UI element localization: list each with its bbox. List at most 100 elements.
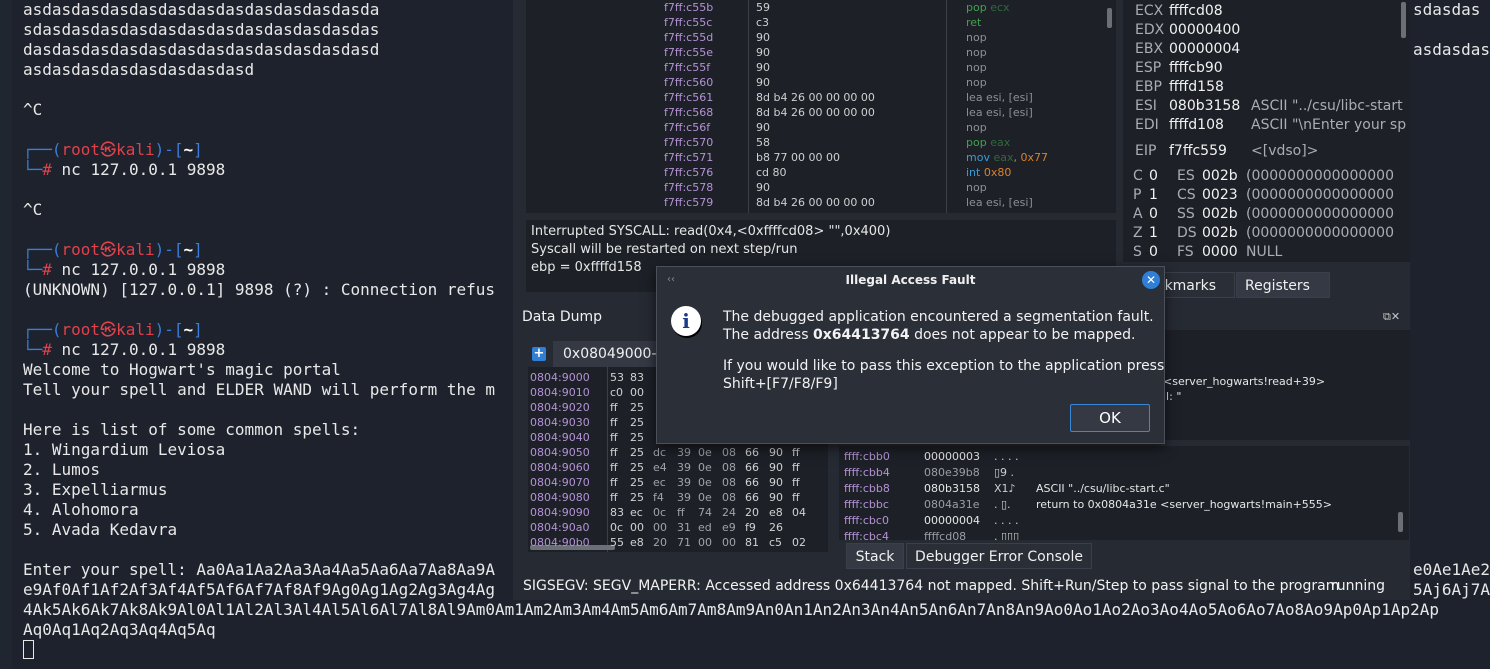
dump-row[interactable]: 0804:9060 ff 25 e4 39 0e 08 66 90 ff [528,460,828,475]
flag-row[interactable]: Z 1 DS 002b (0000000000000000 [1133,225,1394,241]
disasm-row[interactable]: f7ff:c576 cd 80 int 0x80 [526,165,1116,180]
stack-pane[interactable]: ffff:cbb0 00000003 . . . . ffff:cbb4 080e39b… [839,446,1409,540]
desktop-edge [0,0,12,669]
dump-row[interactable]: 0804:9070 ff 25 ec 39 0e 08 66 90 ff [528,475,828,490]
pane-float-close-icons[interactable]: ⧉✕ [1383,310,1400,324]
segment-value: 0023 [1202,187,1238,203]
register-row[interactable]: EDX 00000400 [1135,22,1251,38]
dump-address: 0804:9030 [530,416,590,429]
disasm-bytes: 59 [756,1,770,14]
dump-byte: 66 [745,461,759,474]
operand: eax [986,136,1011,149]
prompt-corner: └─ [23,340,43,359]
dump-byte: ff [610,446,618,459]
disasm-address: f7ff:c568 [664,106,714,119]
registers-scrollbar[interactable] [1401,2,1406,38]
stack-row[interactable]: ffff:cbc0 00000004 . . . . [839,513,1409,529]
flag-row[interactable]: S 0 FS 0000 NULL [1133,244,1282,260]
terminal-line: Aq0Aq1Aq2Aq3Aq4Aq5Aq [23,620,216,639]
register-name: EIP [1135,143,1157,159]
terminal-line: asdasdasdasdasdasdasdasdasdasdasdasda [23,0,380,19]
flag-row[interactable]: C 0 ES 002b (0000000000000000 [1133,168,1394,184]
stack-row[interactable]: ffff:cbb0 00000003 . . . . [839,449,1409,465]
dump-byte: 81 [745,536,759,549]
flag-row[interactable]: P 1 CS 0023 (0000000000000000 [1133,187,1394,203]
disasm-row[interactable]: f7ff:c570 58 pop eax [526,135,1116,150]
prompt-dir: ~ [183,240,194,259]
terminal-line: asdasdasdasdasdasdasdasd [23,60,255,79]
dump-row[interactable]: 0804:90a0 0c 00 00 31 ed e9 f9 26 [528,520,828,535]
dump-row[interactable]: 0804:9080 ff 25 f4 39 0e 08 66 90 ff [528,490,828,505]
register-row[interactable]: EDI ffffd108 ASCII "\nEnter your sp [1135,117,1406,133]
operand: eax [989,151,1014,164]
disasm-row[interactable]: f7ff:c55c c3 ret [526,15,1116,30]
register-row[interactable]: ECX ffffcd08 [1135,3,1251,19]
register-row[interactable]: ESP ffffcb90 [1135,60,1251,76]
dump-address: 0804:9020 [530,401,590,414]
disasm-row[interactable]: f7ff:c56f 90 nop [526,120,1116,135]
tab-registers[interactable]: Registers [1236,272,1330,298]
prompt-user: root㉿kali [61,240,155,259]
disasm-bytes: 90 [756,121,770,134]
dump-byte: 02 [792,536,806,549]
ok-button[interactable]: OK [1070,404,1150,432]
stack-row[interactable]: ffff:cbc4 ffffcd08 . ▯▯▯ [839,529,1409,540]
stack-chars: . ▯▯▯ [994,530,1020,540]
disasm-row[interactable]: f7ff:c55e 90 nop [526,45,1116,60]
terminal-line: (UNKNOWN) [127.0.0.1] 9898 (?) : Connect… [23,280,496,299]
tab-debugger-error-console[interactable]: Debugger Error Console [906,543,1092,569]
dump-row[interactable]: 0804:9090 83 ec 0c ff 74 24 20 e8 04 [528,505,828,520]
disasm-row[interactable]: f7ff:c55b 59 pop ecx [526,0,1116,15]
dump-byte: 55 [610,536,624,549]
terminal-line: 5. Avada Kedavra [23,520,178,539]
dump-row[interactable]: 0804:9050 ff 25 dc 39 0e 08 66 90 ff [528,445,828,460]
dump-byte: 83 [610,506,624,519]
dump-byte: ff [792,461,800,474]
disasm-row[interactable]: f7ff:c560 90 nop [526,75,1116,90]
register-row[interactable]: EBX 00000004 [1135,41,1251,57]
dump-byte: dc [653,446,667,459]
stack-row[interactable]: ffff:cbb8 080b3158 X1♪ ASCII "../csu/libc-s… [839,481,1409,497]
mnemonic: pop [966,136,987,149]
segment-value: 002b [1202,168,1238,184]
disasm-instruction: mov eax, 0x77 [966,150,1048,165]
stack-value: 00000003 [924,450,980,463]
stack-comment: return to 0x0804a31e <server_hogwarts!ma… [1036,498,1333,511]
disasm-row[interactable]: f7ff:c55f 90 nop [526,60,1116,75]
register-row[interactable]: ESI 080b3158 ASCII "../csu/libc-start [1135,98,1403,114]
register-row-eip[interactable]: EIP f7ffc559 <[vdso]> [1135,143,1318,159]
segment-name: CS [1177,187,1196,203]
disassembly-pane[interactable]: f7ff:c55b 59 pop ecx f7ff:c55c c3 ret f7ff:c55… [526,0,1116,213]
prompt-symbol: # [42,160,52,179]
dump-row[interactable]: 0804:90b0 55 e8 20 71 00 00 81 c5 02 [528,535,828,550]
dump-byte: ec [653,476,666,489]
disasm-row[interactable]: f7ff:c568 8d b4 26 00 00 00 00 lea esi, [e… [526,105,1116,120]
disasm-row[interactable]: f7ff:c571 b8 77 00 00 00 mov eax, 0x77 [526,150,1116,165]
stack-address: ffff:cbb0 [844,450,890,463]
disasm-instruction: nop [966,60,987,75]
disasm-row[interactable]: f7ff:c561 8d b4 26 00 00 00 00 lea esi, [e… [526,90,1116,105]
disasm-row[interactable]: f7ff:c578 90 nop [526,180,1116,195]
disasm-address: f7ff:c578 [664,181,714,194]
flag-row[interactable]: A 0 SS 002b (0000000000000000 [1133,206,1394,222]
terminal-command: nc 127.0.0.1 9898 [51,260,226,279]
dump-byte: ff [792,476,800,489]
call-info-pane: <server_hogwarts!read+39> ll: " [1153,330,1410,440]
registers-pane[interactable]: ECX ffffcd08 EDX 00000400 EBX 00000004 ESP ffff… [1123,0,1410,262]
tab-stack[interactable]: Stack [846,543,904,569]
register-value: ffffcd08 [1169,3,1223,19]
prompt-bracket: ] [193,320,203,339]
close-icon[interactable]: ✕ [1142,271,1160,289]
register-row[interactable]: EBP ffffd158 [1135,79,1251,95]
disasm-instruction: nop [966,75,987,90]
disasm-address: f7ff:c570 [664,136,714,149]
dump-byte: 25 [630,401,644,414]
disasm-row[interactable]: f7ff:c55d 90 nop [526,30,1116,45]
dump-byte: ff [610,491,618,504]
dump-byte: c5 [769,536,783,549]
dump-byte: 39 [677,461,691,474]
disasm-row[interactable]: f7ff:c579 8d b4 26 00 00 00 00 lea esi, [e… [526,195,1116,210]
stack-row[interactable]: ffff:cbbc 0804a31e . ▯. return to 0x0804a31… [839,497,1409,513]
add-tab-icon[interactable]: + [532,347,546,361]
stack-row[interactable]: ffff:cbb4 080e39b8 ▯9 . [839,465,1409,481]
